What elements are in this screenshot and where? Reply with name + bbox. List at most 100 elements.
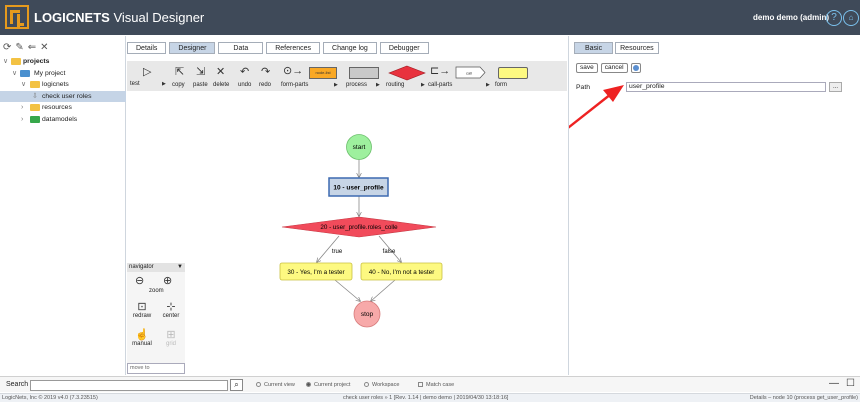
triangle-icon: ▶ <box>162 81 166 87</box>
search-button[interactable]: ⌕ <box>230 379 243 391</box>
tree-label: projects <box>23 58 50 65</box>
minimize-icon[interactable]: — <box>829 378 839 389</box>
maximize-icon[interactable]: ☐ <box>846 378 855 389</box>
navigator-header[interactable]: navigator ▼ <box>127 263 185 272</box>
tree-item-datamodels[interactable]: › datamodels <box>0 114 126 126</box>
delete-icon: ✕ <box>216 66 226 78</box>
status-revision: check user roles » 1 [Rev. 1.14 | demo d… <box>343 395 509 401</box>
start-node-label: start <box>353 144 366 151</box>
triangle-icon: ▶ <box>421 82 425 88</box>
grid-icon: ⊞ <box>166 329 176 341</box>
zoom-in-icon: ⊕ <box>163 275 173 287</box>
flow-canvas[interactable]: start 10 - user_profile 20 - user_profil… <box>127 96 567 375</box>
process-node-10-label: 10 - user_profile <box>333 185 384 192</box>
play-icon: ▷ <box>143 66 152 78</box>
tree-label: logicnets <box>42 81 69 88</box>
tree-label: datamodels <box>42 115 78 123</box>
tree-label: My project <box>34 69 66 77</box>
center-button[interactable]: ⊹ center <box>159 300 183 319</box>
search-label: Search <box>6 381 29 388</box>
tab-debugger[interactable]: Debugger <box>379 42 429 54</box>
undo-icon: ↶ <box>240 66 250 78</box>
tab-data[interactable]: Data <box>218 42 264 54</box>
folder-icon <box>30 104 40 111</box>
form-node-icon <box>498 67 528 79</box>
tree-label: resources <box>42 104 72 111</box>
help-icon[interactable]: ? <box>826 10 842 26</box>
navigator-panel: navigator ▼ ⊖ ⊕ zoom ⊡ redraw ⊹ center ☝ man… <box>127 263 185 375</box>
status-bar: LogicNets, Inc © 2019 v4.0 (7.3.23515) c… <box>0 393 860 402</box>
edge-label-false: false <box>383 249 396 255</box>
tree-item-my-project[interactable]: ∨ My project <box>0 68 126 80</box>
grid-button[interactable]: ⊞ grid <box>159 328 183 347</box>
user-name[interactable]: demo demo (admin) <box>753 13 829 22</box>
refresh-icon[interactable]: ⟳ <box>3 42 11 53</box>
tree-item-resources[interactable]: › resources <box>0 102 126 114</box>
test-label: test <box>130 81 140 87</box>
collapse-icon[interactable]: ▼ <box>177 263 183 272</box>
expand-icon[interactable]: › <box>21 102 23 113</box>
expand-icon[interactable]: ∨ <box>12 68 17 79</box>
search-input[interactable] <box>30 380 228 391</box>
project-tree: ∨ projects ∨ My project ∨ logicnets ⇩ ch… <box>0 56 126 125</box>
redraw-button[interactable]: ⊡ redraw <box>131 300 153 319</box>
paste-icon: ⇲ <box>196 66 206 78</box>
center-label: center <box>162 313 180 319</box>
properties-panel: Basic Resources save cancel Path user_pr… <box>568 36 860 375</box>
app-header: LOGICNETS Visual Designer demo demo (adm… <box>0 0 860 35</box>
import-icon[interactable]: ⇐ <box>28 42 36 53</box>
tab-references[interactable]: References <box>266 42 321 54</box>
radio-workspace[interactable]: Workspace <box>364 382 399 388</box>
zoom-in-button[interactable]: ⊕ <box>163 274 172 287</box>
expand-icon[interactable]: ∨ <box>21 79 26 90</box>
search-icon: ⌕ <box>234 380 239 389</box>
delete-icon[interactable]: ✕ <box>40 42 48 53</box>
home-icon[interactable]: ⌂ <box>843 10 859 26</box>
edge-label-true: true <box>332 249 343 255</box>
manual-label: manual <box>132 341 152 347</box>
tree-item-check-user-roles[interactable]: ⇩ check user roles <box>0 90 126 102</box>
folder-icon <box>20 69 30 77</box>
radio-current-project[interactable]: Current project <box>306 382 350 388</box>
zoom-label: zoom <box>149 288 164 294</box>
checkbox-label: Match case <box>426 382 455 388</box>
project-explorer: ⟳ ✎ ⇐ ✕ ∨ projects ∨ My project ∨ logicn… <box>0 36 126 375</box>
move-to-input[interactable]: move to <box>127 363 185 374</box>
search-bar: Search ⌕ Current view Current project Wo… <box>0 376 860 392</box>
triangle-icon: ▶ <box>334 82 338 88</box>
app-title: LOGICNETS Visual Designer <box>34 10 205 25</box>
form-parts-node-icon: node-list <box>309 67 337 79</box>
routing-node-icon <box>388 65 426 81</box>
radio-label: Workspace <box>372 382 400 388</box>
form-node-30-label: 30 - Yes, I'm a tester <box>287 269 344 276</box>
zoom-out-icon: ⊖ <box>135 275 145 287</box>
tree-label: check user roles <box>42 92 92 100</box>
tab-designer[interactable]: Designer <box>169 42 216 54</box>
radio-current-view[interactable]: Current view <box>256 382 295 388</box>
copy-icon: ⇱ <box>175 66 185 78</box>
manual-button[interactable]: ☝ manual <box>131 328 153 347</box>
zoom-out-button[interactable]: ⊖ <box>135 274 144 287</box>
copy-label: copy <box>172 82 185 88</box>
tree-item-logicnets[interactable]: ∨ logicnets <box>0 79 126 91</box>
undo-label: undo <box>238 82 252 88</box>
designer-area: Details Designer Data References Change … <box>127 36 567 375</box>
expand-icon[interactable]: ∨ <box>3 56 8 67</box>
match-case-checkbox[interactable]: Match case <box>418 382 454 388</box>
svg-text:call: call <box>466 71 472 76</box>
form-node-40-label: 40 - No, I'm not a tester <box>369 269 435 276</box>
tab-change-log[interactable]: Change log <box>323 42 377 54</box>
expand-icon[interactable]: › <box>21 114 23 125</box>
folder-icon <box>11 58 21 65</box>
process-icon: ⇩ <box>32 92 38 100</box>
redo-icon: ↷ <box>261 66 271 78</box>
edit-icon[interactable]: ✎ <box>15 42 23 53</box>
logicnets-logo <box>5 5 29 29</box>
editor-tabs: Details Designer Data References Change … <box>127 42 429 54</box>
tree-item-projects[interactable]: ∨ projects <box>0 56 126 68</box>
form-parts-icon: ⊙→ <box>283 65 304 77</box>
tab-details[interactable]: Details <box>127 42 167 54</box>
process-label: process <box>346 82 368 88</box>
folder-icon <box>30 115 40 123</box>
call-parts-label: call-parts <box>428 82 453 88</box>
